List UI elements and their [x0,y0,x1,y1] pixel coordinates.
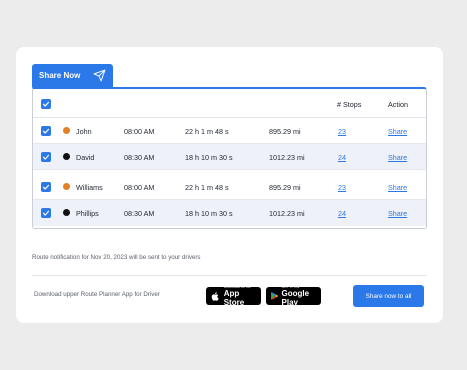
distance: 1012.23 mi [269,153,305,162]
duration: 22 h 1 m 48 s [185,127,229,136]
stops-header: # Stops [337,100,362,109]
apple-icon [211,291,219,301]
start-time: 08:00 AM [124,127,155,136]
divider [32,275,427,276]
select-all-checkbox[interactable] [41,99,51,109]
driver-color-dot [63,153,70,160]
table-row: John 08:00 AM 22 h 1 m 48 s 895.29 mi 23… [33,118,426,144]
stops-link[interactable]: 23 [338,183,346,192]
share-now-to-all-button[interactable]: Share now to all [353,285,424,307]
duration: 22 h 1 m 48 s [185,183,229,192]
send-icon [93,69,106,82]
check-icon [42,128,50,134]
route-notification-text: Route notification for Nov 20, 2023 will… [32,254,201,261]
duration: 18 h 10 m 30 s [185,209,233,218]
driver-color-dot [63,183,70,190]
table-row: Phillips 08:30 AM 18 h 10 m 30 s 1012.23… [33,200,426,226]
check-icon [42,154,50,160]
share-card: Share Now # Stops Action John 08:00 AM 2… [16,47,443,323]
driver-color-dot [63,127,70,134]
stops-link[interactable]: 23 [338,127,346,136]
start-time: 08:30 AM [124,209,155,218]
action-header: Action [388,100,408,109]
distance: 895.29 mi [269,127,301,136]
download-app-text: Download upper Route Planner App for Dri… [34,291,160,298]
row-checkbox[interactable] [41,208,51,218]
driver-name: John [76,127,92,136]
start-time: 08:30 AM [124,153,155,162]
app-store-badge[interactable]: Download on the App Store [206,285,261,307]
driver-color-dot [63,209,70,216]
check-icon [42,210,50,216]
distance: 895.29 mi [269,183,301,192]
table-header: # Stops Action [33,89,426,118]
driver-name: David [76,153,95,162]
google-play-icon [271,292,278,300]
row-checkbox[interactable] [41,126,51,136]
tab-label: Share Now [39,71,81,80]
row-checkbox[interactable] [41,182,51,192]
share-link[interactable]: Share [388,209,407,218]
driver-name: Williams [76,183,103,192]
share-link[interactable]: Share [388,183,407,192]
table-row: Williams 08:00 AM 22 h 1 m 48 s 895.29 m… [33,174,426,200]
check-icon [42,101,50,107]
driver-name: Phillips [76,209,99,218]
drivers-table: # Stops Action John 08:00 AM 22 h 1 m 48… [32,87,427,229]
tab-share-now[interactable]: Share Now [32,64,113,87]
app-store-big-text: App Store [223,289,245,307]
distance: 1012.23 mi [269,209,305,218]
stops-link[interactable]: 24 [338,153,346,162]
table-row: David 08:30 AM 18 h 10 m 30 s 1012.23 mi… [33,144,426,170]
google-play-badge[interactable]: GET IT ON Google Play [266,285,321,307]
google-play-big-text: Google Play [281,289,310,307]
duration: 18 h 10 m 30 s [185,153,233,162]
row-checkbox[interactable] [41,152,51,162]
share-link[interactable]: Share [388,127,407,136]
share-link[interactable]: Share [388,153,407,162]
stops-link[interactable]: 24 [338,209,346,218]
check-icon [42,184,50,190]
start-time: 08:00 AM [124,183,155,192]
